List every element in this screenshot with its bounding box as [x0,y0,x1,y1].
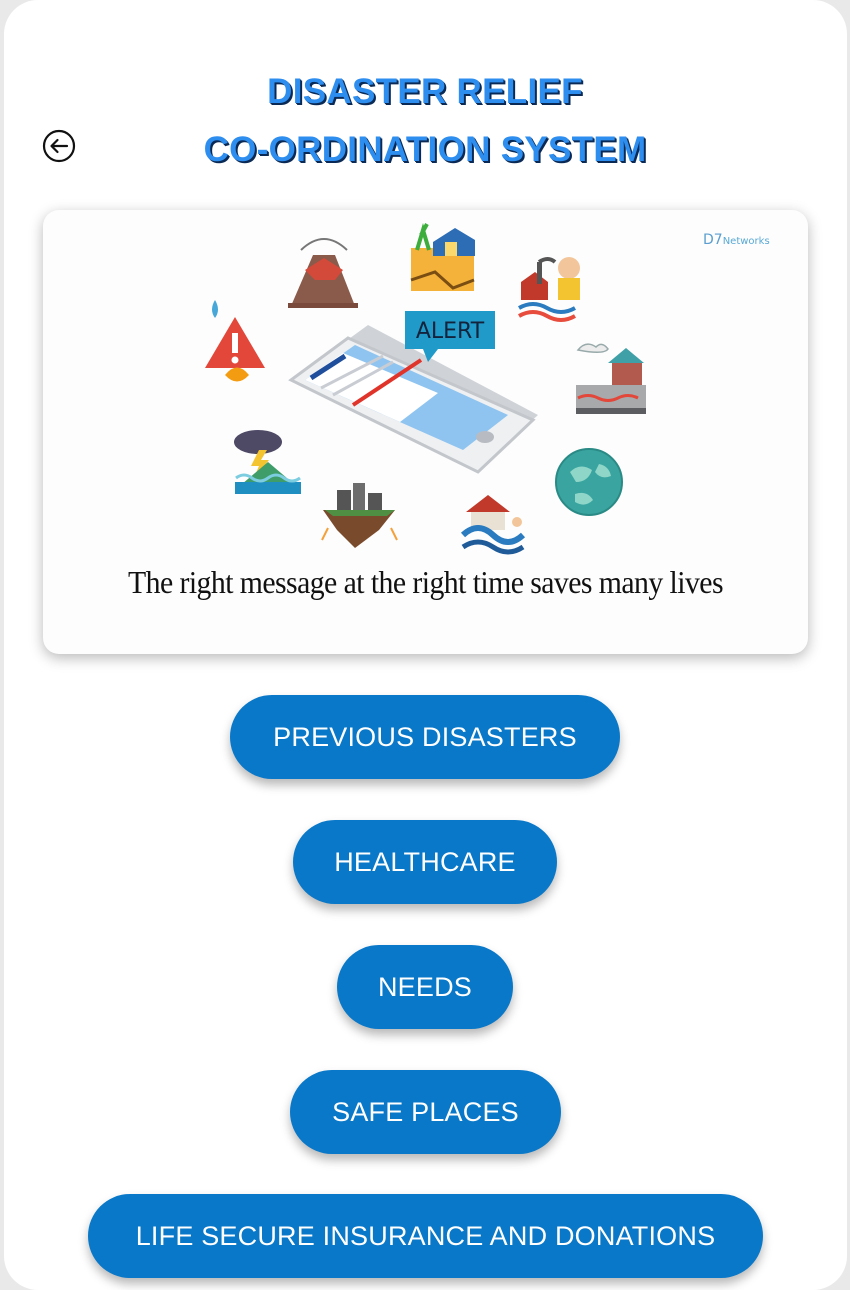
insurance-donations-button[interactable]: LIFE SECURE INSURANCE AND DONATIONS [88,1194,763,1278]
landslide-icon [321,483,398,548]
brand-logo-name: Networks [722,236,770,247]
flood-person-icon [518,257,580,322]
volcano-icon [288,238,358,308]
safe-places-button[interactable]: SAFE PLACES [290,1070,561,1154]
warning-triangle-icon [205,300,265,382]
globe-icon [555,448,623,516]
brand-logo: D7Networks [703,232,770,248]
storm-icon [234,430,301,494]
needs-button[interactable]: NEEDS [337,945,513,1029]
earthquake-house-icon [410,223,475,291]
page-title-line-1: DISASTER RELIEF [267,72,583,111]
alert-banner-image: ALERT D7Networks The right message at th… [43,210,808,654]
page-title-line-2: CO-ORDINATION SYSTEM [203,130,647,169]
previous-disasters-button[interactable]: PREVIOUS DISASTERS [230,695,620,779]
flooded-house-icon [576,343,646,414]
tsunami-icon [460,495,526,555]
banner-tagline: The right message at the right time save… [128,564,724,600]
alert-label: ALERT [416,319,485,344]
brand-logo-mark: D7 [703,232,723,248]
healthcare-button[interactable]: HEALTHCARE [293,820,557,904]
